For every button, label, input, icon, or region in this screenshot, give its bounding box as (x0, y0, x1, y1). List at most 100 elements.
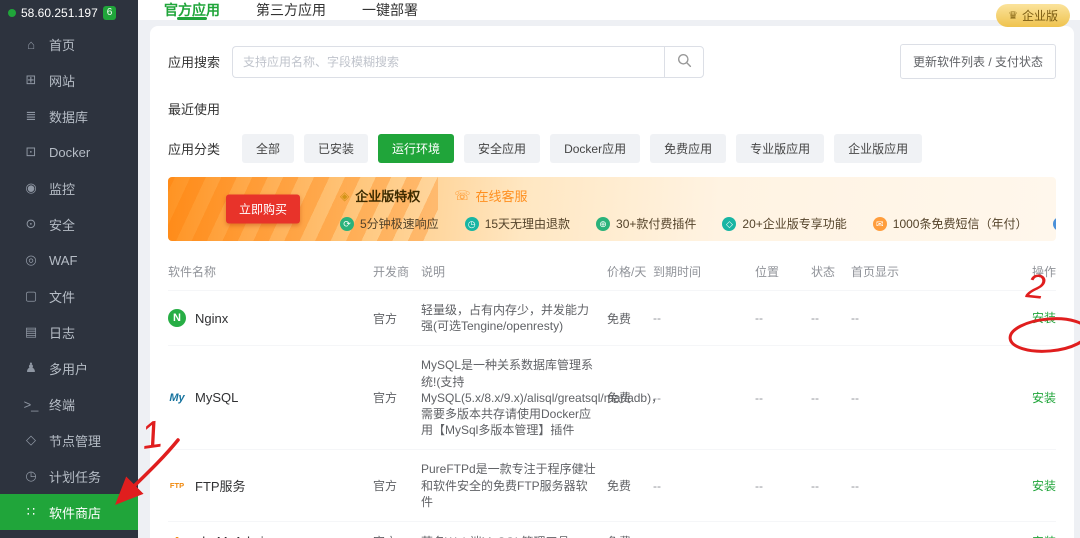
table-row-nginx: N Nginx 官方 轻量级，占有内存少，并发能力强(可选Tengine/ope… (168, 291, 1056, 347)
plus-circle-icon: ⊕ (596, 216, 611, 231)
description: MySQL是一种关系数据库管理系统!(支持MySQL(5.x/8.x/9.x)/… (421, 358, 664, 438)
buy-now-button[interactable]: 立即购买 (226, 194, 301, 224)
sidebar-item-label: Docker (49, 144, 91, 160)
software-name: FTP服务 (195, 479, 246, 495)
feature-fast-response: ⟳ 5分钟极速响应 (340, 215, 439, 232)
diamond-badge-icon: ◇ (722, 216, 737, 231)
docker-icon: ⊡ (25, 144, 37, 159)
home-display: -- (851, 478, 859, 493)
tab-oneclick-deploy[interactable]: 一键部署 (362, 0, 418, 20)
clock-icon: ◷ (464, 216, 479, 231)
category-installed[interactable]: 已安装 (304, 134, 369, 163)
position: -- (755, 311, 763, 326)
category-enterprise[interactable]: 企业版应用 (834, 134, 923, 163)
sidebar-item-label: 安全 (49, 217, 76, 233)
sidebar-item-security[interactable]: ⊙ 安全 (0, 206, 138, 242)
table-header: 软件名称 开发商 说明 价格/天 到期时间 位置 状态 首页显示 操作 (168, 257, 1056, 291)
search-icon (677, 53, 692, 71)
certificate-icon: ▦ (1053, 216, 1056, 231)
category-pro[interactable]: 专业版应用 (736, 134, 825, 163)
search-row: 应用搜索 更新软件列表 / 支付状态 (168, 44, 1056, 79)
sidebar-item-appstore[interactable]: ∷ 软件商店 (0, 494, 138, 530)
logs-icon: ▤ (24, 324, 38, 339)
sidebar-item-docker[interactable]: ⊡ Docker (0, 134, 138, 170)
sidebar-item-website[interactable]: ⊞ 网站 (0, 62, 138, 98)
status: -- (811, 478, 819, 493)
phpmyadmin-icon: Δ (168, 533, 186, 538)
developer: 官方 (373, 391, 398, 406)
sidebar-item-cron[interactable]: ◷ 计划任务 (0, 458, 138, 494)
install-mysql-button[interactable]: 安装 (1032, 391, 1056, 405)
sidebar-item-label: 数据库 (49, 109, 89, 125)
category-security[interactable]: 安全应用 (464, 134, 541, 163)
col-home-display: 首页显示 (851, 265, 900, 279)
server-info[interactable]: 58.60.251.197 6 (0, 0, 138, 26)
sidebar-item-waf[interactable]: ◎ WAF (0, 242, 138, 278)
feature-ssl-certs: ▦ 2张SSL商业证书（年付） (1053, 215, 1056, 232)
sidebar-item-monitor[interactable]: ◉ 监控 (0, 170, 138, 206)
refresh-icon: ⟳ (340, 216, 354, 231)
waf-icon: ◎ (25, 252, 37, 267)
col-description: 说明 (421, 265, 446, 279)
install-nginx-button[interactable]: 安装 (1032, 311, 1056, 325)
server-badge: 6 (102, 6, 117, 20)
monitor-icon: ◉ (25, 180, 37, 195)
security-icon: ⊙ (25, 216, 37, 231)
tab-bar: 官方应用 第三方应用 一键部署 ♛ 企业版 (138, 0, 1080, 27)
nginx-icon: N (168, 309, 186, 328)
update-software-list-button[interactable]: 更新软件列表 / 支付状态 (899, 44, 1056, 79)
enterprise-privilege-title: ◈ 企业版特权 (340, 188, 421, 205)
category-label: 应用分类 (168, 142, 221, 157)
feature-free-sms: ✉ 1000条免费短信（年付） (872, 215, 1027, 232)
sidebar-item-label: 软件商店 (49, 505, 102, 521)
software-name: phpMyAdmin (195, 534, 271, 538)
sidebar-item-database[interactable]: ≣ 数据库 (0, 98, 138, 134)
sidebar-item-users[interactable]: ♟ 多用户 (0, 350, 138, 386)
appstore-panel: 应用搜索 更新软件列表 / 支付状态 最近使用 应用分类 全部 已安装 运行环境… (150, 26, 1074, 538)
headset-icon: ☏ (454, 187, 471, 203)
col-developer: 开发商 (373, 265, 410, 279)
sidebar-item-label: 日志 (49, 325, 76, 341)
category-free[interactable]: 免费应用 (650, 134, 727, 163)
developer: 官方 (373, 479, 398, 494)
tab-official-apps[interactable]: 官方应用 (164, 0, 220, 20)
nodes-icon: ◇ (26, 432, 36, 447)
sidebar-item-terminal[interactable]: >_ 终端 (0, 386, 138, 422)
banner-features: ⟳ 5分钟极速响应 ◷ 15天无理由退款 ⊕ 30+款付费插件 ◇ 20+企业版… (340, 215, 1056, 232)
category-docker[interactable]: Docker应用 (550, 134, 641, 163)
enterprise-edition-badge[interactable]: ♛ 企业版 (996, 4, 1070, 27)
search-button[interactable] (664, 45, 704, 78)
col-expire: 到期时间 (653, 265, 702, 279)
table-row-phpmyadmin: Δ phpMyAdmin 官方 著名Web端MySQL管理工具 免费 -- --… (168, 522, 1056, 538)
expire-time: -- (653, 390, 661, 405)
sidebar-item-home[interactable]: ⌂ 首页 (0, 26, 138, 62)
home-icon: ⌂ (27, 36, 35, 52)
online-support-link[interactable]: ☏ 在线客服 (454, 186, 527, 205)
users-icon: ♟ (25, 360, 37, 375)
app-window: 58.60.251.197 6 ⌂ 首页 ⊞ 网站 ≣ 数据库 ⊡ Docker… (0, 0, 1080, 538)
install-ftp-button[interactable]: 安装 (1032, 479, 1056, 493)
feature-paid-plugins: ⊕ 30+款付费插件 (596, 215, 696, 232)
feature-exclusive-functions: ◇ 20+企业版专享功能 (722, 215, 847, 232)
description: 著名Web端MySQL管理工具 (421, 534, 607, 538)
server-status-dot (8, 9, 16, 17)
category-all[interactable]: 全部 (242, 134, 295, 163)
category-row: 应用分类 全部 已安装 运行环境 安全应用 Docker应用 免费应用 专业版应… (168, 134, 1056, 163)
home-display: -- (851, 311, 859, 326)
sidebar-item-files[interactable]: ▢ 文件 (0, 278, 138, 314)
search-label: 应用搜索 (168, 55, 221, 70)
mysql-icon: My (169, 391, 185, 404)
sidebar-item-label: 网站 (49, 73, 76, 89)
expire-time: -- (653, 311, 661, 326)
category-runtime[interactable]: 运行环境 (378, 134, 455, 163)
sidebar-item-nodes[interactable]: ◇ 节点管理 (0, 422, 138, 458)
tab-thirdparty-apps[interactable]: 第三方应用 (256, 0, 326, 20)
sidebar-item-logs[interactable]: ▤ 日志 (0, 314, 138, 350)
sidebar-item-label: 首页 (49, 37, 76, 53)
price: 免费 (607, 533, 653, 538)
col-price: 价格/天 (607, 265, 647, 279)
position: -- (755, 478, 763, 493)
search-input[interactable] (232, 45, 664, 78)
table-row-mysql: My MySQL 官方 MySQL是一种关系数据库管理系统!(支持MySQL(5… (168, 346, 1056, 451)
sidebar-item-label: 节点管理 (49, 433, 102, 449)
